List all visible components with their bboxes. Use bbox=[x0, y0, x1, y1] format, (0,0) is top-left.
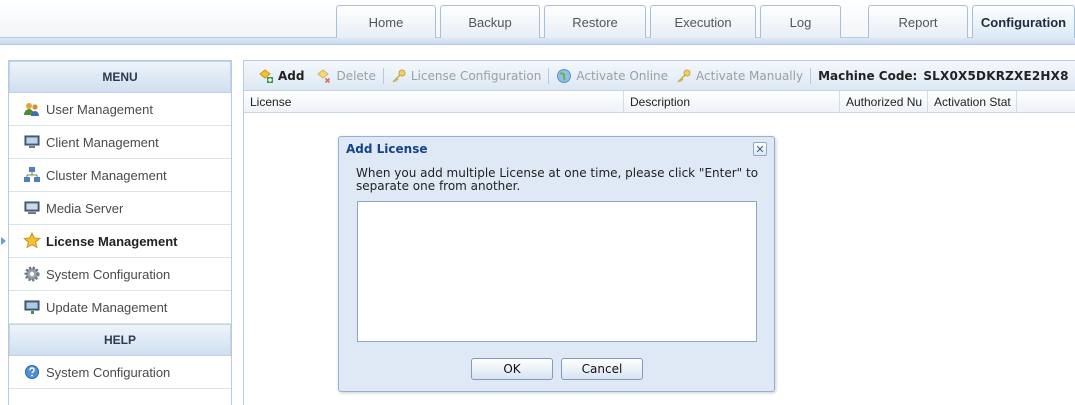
cancel-button[interactable]: Cancel bbox=[561, 358, 643, 380]
menu-header: MENU bbox=[9, 61, 231, 93]
activate-online-button[interactable]: Activate Online bbox=[556, 68, 668, 84]
update-icon bbox=[23, 298, 41, 316]
sidebar-item-label: Client Management bbox=[46, 134, 159, 150]
sidebar: MENU User Management Client Management C… bbox=[1, 60, 232, 405]
server-icon bbox=[23, 199, 41, 217]
activate-manually-button[interactable]: Activate Manually bbox=[676, 68, 803, 84]
sidebar-item-label: Update Management bbox=[46, 299, 168, 315]
sidebar-item-cluster-management[interactable]: Cluster Management bbox=[9, 159, 231, 192]
delete-license-icon bbox=[316, 68, 332, 84]
sidebar-item-label: User Management bbox=[46, 101, 153, 117]
help-header: HELP bbox=[9, 324, 231, 356]
toolbar-separator bbox=[382, 67, 384, 84]
tab-backup[interactable]: Backup bbox=[440, 5, 540, 38]
sidebar-item-client-management[interactable]: Client Management bbox=[9, 126, 231, 159]
active-indicator-icon bbox=[1, 237, 6, 245]
column-license[interactable]: License bbox=[244, 91, 624, 113]
toolbar-separator bbox=[810, 67, 812, 84]
sidebar-item-help-system-configuration[interactable]: System Configuration bbox=[9, 356, 231, 389]
ok-button[interactable]: OK bbox=[471, 358, 553, 380]
cluster-icon bbox=[23, 166, 41, 184]
users-icon bbox=[23, 100, 41, 118]
help-icon bbox=[23, 363, 41, 381]
globe-icon bbox=[556, 68, 572, 84]
star-icon bbox=[23, 232, 41, 250]
sidebar-item-license-management[interactable]: License Management bbox=[1, 225, 231, 258]
add-license-dialog: Add License ✕ When you add multiple Lice… bbox=[338, 136, 775, 392]
license-textarea[interactable] bbox=[357, 201, 757, 342]
dialog-title: Add License bbox=[346, 142, 428, 156]
column-description[interactable]: Description bbox=[624, 91, 840, 113]
sidebar-item-label: Cluster Management bbox=[46, 167, 167, 183]
sidebar-item-media-server[interactable]: Media Server bbox=[9, 192, 231, 225]
sidebar-item-user-management[interactable]: User Management bbox=[9, 93, 231, 126]
license-grid-header: License Description Authorized Nu Activa… bbox=[244, 91, 1075, 113]
machine-code-value: SLX0X5DKRZXE2HX8 bbox=[923, 68, 1069, 83]
sidebar-item-update-management[interactable]: Update Management bbox=[9, 291, 231, 324]
top-header: Home Backup Restore Execution Log Report… bbox=[0, 0, 1075, 39]
sidebar-item-label: Media Server bbox=[46, 200, 124, 216]
add-license-icon bbox=[258, 68, 274, 84]
tab-underline-strip bbox=[0, 38, 1075, 45]
key-icon bbox=[391, 68, 407, 84]
column-activation-status[interactable]: Activation Stat bbox=[928, 91, 1017, 113]
sidebar-item-system-configuration[interactable]: System Configuration bbox=[9, 258, 231, 291]
toolbar-separator bbox=[548, 67, 550, 84]
tab-execution[interactable]: Execution bbox=[650, 5, 756, 38]
tab-restore[interactable]: Restore bbox=[544, 5, 646, 38]
license-configuration-button[interactable]: License Configuration bbox=[391, 68, 541, 84]
sidebar-item-label: System Configuration bbox=[46, 266, 171, 282]
tab-home[interactable]: Home bbox=[336, 5, 436, 38]
tab-configuration[interactable]: Configuration bbox=[972, 5, 1075, 39]
tab-report[interactable]: Report bbox=[868, 5, 968, 38]
tab-log[interactable]: Log bbox=[760, 5, 841, 38]
delete-button[interactable]: Delete bbox=[316, 68, 376, 84]
sidebar-item-label: License Management bbox=[46, 233, 178, 249]
dialog-message: When you add multiple License at one tim… bbox=[356, 166, 759, 193]
license-toolbar: Add Delete License Configuration Activat… bbox=[244, 61, 1075, 91]
gear-icon bbox=[23, 265, 41, 283]
sidebar-item-label: System Configuration bbox=[46, 364, 171, 380]
machine-code-label: Machine Code: bbox=[818, 68, 918, 83]
key-icon bbox=[676, 68, 692, 84]
add-button[interactable]: Add bbox=[258, 68, 304, 84]
computer-icon bbox=[23, 133, 41, 151]
close-icon[interactable]: ✕ bbox=[753, 142, 767, 156]
column-authorized-number[interactable]: Authorized Nu bbox=[840, 91, 928, 113]
